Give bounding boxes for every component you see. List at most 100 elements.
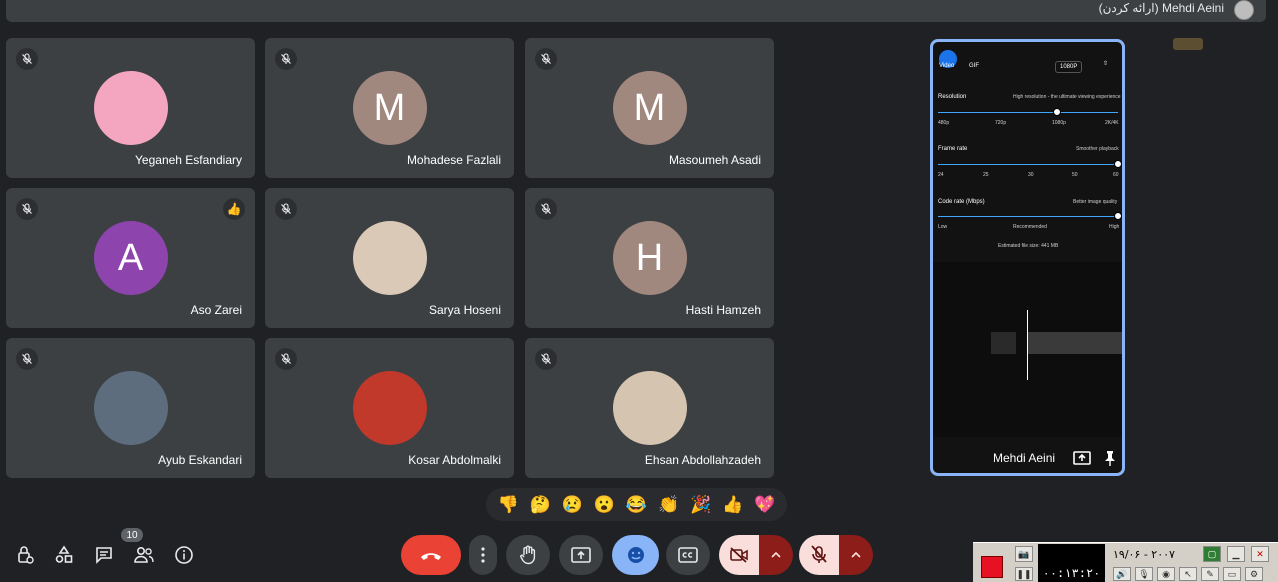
send-reaction-button[interactable]	[612, 535, 659, 575]
captions-button[interactable]	[666, 535, 710, 575]
frame-rate-title: Frame rate	[938, 146, 968, 152]
resolution-slider[interactable]	[938, 112, 1118, 113]
volume-icon[interactable]: 🔊	[1113, 567, 1131, 581]
frame-rate-knob[interactable]	[1114, 160, 1122, 168]
minimize-icon[interactable]: ▁	[1227, 546, 1245, 562]
raise-hand-button[interactable]	[506, 535, 550, 575]
reaction-party[interactable]: 🎉	[687, 495, 715, 515]
microphone-icon[interactable]: 🎙	[1135, 567, 1153, 581]
res-tick: 2K/4K	[1105, 120, 1119, 126]
host-controls-icon[interactable]	[13, 543, 37, 567]
reaction-badge: 👍	[223, 198, 245, 220]
timeline-strip	[1027, 332, 1122, 354]
frame-tick: 24	[938, 172, 944, 178]
reaction-thinking[interactable]: 🤔	[526, 495, 554, 515]
quality-button[interactable]: 1080P	[1055, 61, 1083, 73]
reaction-thumbs-down[interactable]: 👎	[494, 495, 522, 515]
res-tick: 720p	[995, 120, 1007, 126]
participant-avatar: M	[612, 71, 687, 145]
reaction-heart[interactable]: 💖	[751, 495, 779, 515]
participant-avatar	[352, 371, 427, 445]
frame-rate-hint: Smoother playback	[1076, 146, 1119, 152]
participant-name: Masoumeh Asadi	[668, 153, 761, 167]
reaction-thumbs-up[interactable]: 👍	[719, 495, 747, 515]
mic-muted-icon	[16, 198, 38, 220]
reactions-bar: 👎 🤔 😢 😮 😂 👏 🎉 👍 💖	[486, 488, 787, 521]
reaction-crying[interactable]: 😢	[558, 495, 586, 515]
camera-off-button[interactable]	[719, 535, 759, 575]
participant-tile[interactable]: A Aso Zarei 👍	[6, 188, 255, 328]
mic-muted-icon	[16, 48, 38, 70]
code-rate-knob[interactable]	[1114, 212, 1122, 220]
participant-tile[interactable]: Ehsan Abdollahzadeh	[525, 338, 774, 478]
reaction-surprised[interactable]: 😮	[590, 495, 618, 515]
chat-icon[interactable]	[92, 543, 116, 567]
camera-icon[interactable]: 📷	[1015, 546, 1033, 562]
participant-name: Sarya Hoseni	[428, 303, 501, 317]
participant-avatar	[93, 371, 168, 445]
file-size-text: Estimated file size: 441 MB	[998, 243, 1059, 249]
close-icon[interactable]: ✕	[1251, 546, 1269, 562]
shared-screen-tile[interactable]: Video GIF 1080P ⇧ Resolution High resolu…	[930, 39, 1125, 476]
mic-muted-icon	[275, 48, 297, 70]
participant-tile[interactable]: Sarya Hoseni	[265, 188, 514, 328]
green-box-icon[interactable]: ▢	[1203, 546, 1221, 562]
record-button[interactable]	[981, 556, 1003, 578]
participant-tile[interactable]: Ayub Eskandari	[6, 338, 255, 478]
participant-avatar	[352, 221, 427, 295]
participant-name: Aso Zarei	[190, 303, 242, 317]
present-now-button[interactable]	[559, 535, 603, 575]
recording-clock: ۰۰:۱۳:۲۰	[1038, 544, 1105, 582]
leave-call-button[interactable]	[401, 535, 461, 575]
code-rate-title: Code rate (Mbps)	[938, 199, 985, 205]
webcam-icon[interactable]: ◉	[1157, 567, 1175, 581]
participant-tile[interactable]: Kosar Abdolmalki	[265, 338, 514, 478]
resolution-title: Resolution	[938, 94, 967, 100]
top-bar: (ارائه کردن) Mehdi Aeini	[6, 0, 1266, 22]
pin-icon[interactable]	[1100, 449, 1120, 467]
resolution-knob[interactable]	[1052, 108, 1061, 116]
code-rate-slider[interactable]	[938, 216, 1118, 217]
participant-avatar: A	[93, 221, 168, 295]
pen-icon[interactable]: ✎	[1201, 567, 1219, 581]
shared-screen-content: Video GIF 1080P ⇧ Resolution High resolu…	[933, 42, 1122, 473]
participant-tile[interactable]: M Masoumeh Asadi	[525, 38, 774, 178]
presenter-name: Mehdi Aeini	[993, 451, 1056, 465]
activities-icon[interactable]	[52, 543, 76, 567]
reaction-clap[interactable]: 👏	[655, 495, 683, 515]
reaction-laughing[interactable]: 😂	[622, 495, 650, 515]
folder-icon[interactable]: ▭	[1223, 567, 1241, 581]
cursor-icon[interactable]: ↖	[1179, 567, 1197, 581]
participant-name: Ehsan Abdollahzadeh	[644, 453, 761, 467]
people-icon[interactable]	[132, 543, 156, 567]
code-tick: Low	[938, 224, 948, 230]
camera-options-chevron-icon[interactable]	[759, 535, 793, 575]
mic-muted-icon	[535, 198, 557, 220]
frame-rate-slider[interactable]	[938, 164, 1118, 165]
participant-tile[interactable]: H Hasti Hamzeh	[525, 188, 774, 328]
clip-thumbnail	[991, 332, 1016, 354]
tab-video[interactable]: Video	[939, 63, 954, 69]
recording-date: ۱۹/۰۶ - ۲۰۰۷	[1113, 548, 1175, 561]
mic-muted-icon	[16, 348, 38, 370]
participant-tile[interactable]: Yeganeh Esfandiary	[6, 38, 255, 178]
info-icon[interactable]	[172, 543, 196, 567]
recorder-widget: 📷 ❚❚ ۰۰:۱۳:۲۰ ۱۹/۰۶ - ۲۰۰۷ ▢ ▁ ✕ 🔊 🎙 ◉ ↖…	[973, 542, 1278, 582]
participant-avatar	[93, 71, 168, 145]
res-tick: 1080p	[1052, 120, 1066, 126]
cursor-artifact	[1173, 38, 1203, 50]
settings-icon[interactable]: ⚙	[1245, 567, 1263, 581]
code-rate-hint: Better image quality	[1073, 199, 1118, 205]
participant-tile[interactable]: M Mohadese Fazlali	[265, 38, 514, 178]
tab-gif[interactable]: GIF	[969, 63, 979, 69]
pause-icon[interactable]: ❚❚	[1015, 567, 1033, 581]
people-count-badge: 10	[121, 528, 143, 542]
export-icon[interactable]: ⇧	[1103, 60, 1108, 67]
participant-name: Hasti Hamzeh	[685, 303, 761, 317]
participant-name: Kosar Abdolmalki	[408, 453, 501, 467]
present-icon[interactable]	[1072, 449, 1092, 467]
more-options-button[interactable]	[469, 535, 497, 575]
mic-off-button[interactable]	[799, 535, 839, 575]
mic-muted-icon	[275, 348, 297, 370]
mic-options-chevron-icon[interactable]	[839, 535, 873, 575]
